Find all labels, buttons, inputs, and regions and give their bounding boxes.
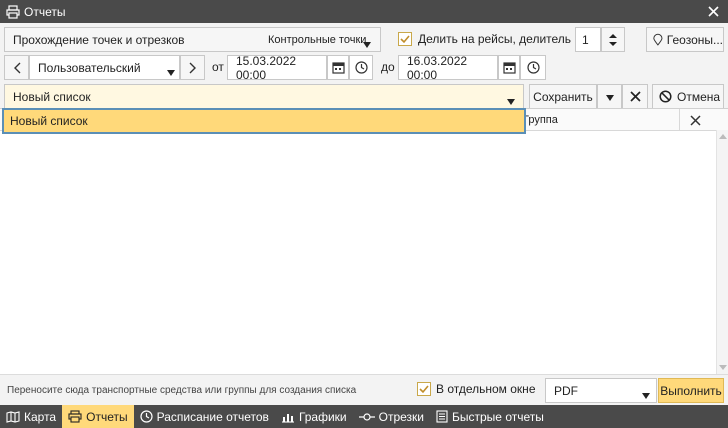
window-title: Отчеты [24,4,66,19]
chevron-right-icon [189,62,196,73]
grid-scrollbar[interactable] [716,130,728,374]
tab-label: Быстрые отчеты [452,409,544,424]
to-calendar-button[interactable] [498,55,520,80]
calendar-icon [502,62,516,74]
close-icon [629,91,641,102]
to-time-button[interactable] [520,55,546,80]
clock-icon [526,61,540,74]
printer-icon [68,410,82,423]
clock-icon [354,61,368,74]
segment-icon [358,412,375,422]
document-icon [436,410,448,423]
execute-label: Выполнить [660,383,722,398]
chevron-left-icon [13,62,20,73]
format-select[interactable]: PDF [545,378,657,403]
from-calendar-button[interactable] [327,55,349,80]
execute-button[interactable]: Выполнить [658,378,724,403]
unit-list-value: Новый список [13,89,91,104]
interval-type-value: Пользовательский [38,60,141,75]
divider-input[interactable]: 1 [575,27,601,52]
map-pin-icon [653,33,663,46]
tab-charts[interactable]: Графики [275,405,353,428]
from-date-input[interactable]: 15.03.2022 00:00 [227,53,327,82]
save-list-button[interactable]: Сохранить [529,84,597,109]
format-value: PDF [554,383,578,398]
drop-hint: Переносите сюда транспортные средства ил… [7,385,357,396]
group-column-header: Группа [523,114,558,126]
report-template-value: Прохождение точек и отрезков [13,32,185,47]
geozones-label: Геозоны... [666,32,723,47]
close-icon[interactable] [706,4,720,18]
save-list-label: Сохранить [533,89,593,104]
map-icon [6,410,20,423]
chevron-down-icon [605,90,614,104]
unit-list-option-label: Новый список [10,114,88,128]
printer-icon [6,4,20,19]
tab-quick-reports[interactable]: Быстрые отчеты [430,405,550,428]
check-icon [419,385,429,394]
chevron-down-icon [167,65,175,79]
tab-label: Отрезки [378,409,425,424]
window-titlebar: Отчеты [0,0,728,23]
tab-label: Отчеты [86,409,128,424]
unit-list-dropdown-option[interactable]: Новый список [2,108,526,134]
report-subtype-value: Контрольные точки [268,33,367,46]
check-icon [400,35,410,44]
tab-reports[interactable]: Отчеты [62,405,134,428]
unit-list-select[interactable]: Новый список [4,84,524,109]
tab-label: Расписание отчетов [156,409,269,424]
chevron-down-icon [642,388,650,402]
clock-icon [139,410,153,423]
chevron-down-icon [363,37,371,51]
cancel-icon [659,90,672,103]
divider-value: 1 [582,32,589,47]
interval-type-select[interactable]: Пользовательский [29,55,180,80]
split-trips-checkbox-wrap[interactable]: Делить на рейсы, делитель № [398,32,587,46]
scroll-up-icon[interactable] [719,133,727,139]
stepper-arrows-icon [609,33,617,46]
separate-window-checkbox-wrap[interactable]: В отдельном окне [417,382,536,396]
geozones-button[interactable]: Геозоны... [646,27,724,52]
from-date-value: 15.03.2022 00:00 [236,53,297,82]
calendar-icon [331,62,345,74]
to-date-value: 16.03.2022 00:00 [407,53,468,82]
separate-window-checkbox[interactable] [417,382,431,396]
clear-grid-button[interactable] [679,109,710,131]
report-template-select[interactable]: Прохождение точек и отрезков Контрольные… [4,27,381,52]
chart-icon [281,411,295,423]
scroll-down-icon[interactable] [719,365,727,371]
divider-stepper[interactable] [601,27,625,52]
save-options-button[interactable] [597,84,622,109]
to-date-input[interactable]: 16.03.2022 00:00 [398,53,498,82]
unit-list-grid: Группа [0,108,728,374]
to-label: до [381,60,395,74]
tab-map[interactable]: Карта [0,405,62,428]
tab-report-schedule[interactable]: Расписание отчетов [134,405,275,428]
split-trips-checkbox[interactable] [398,32,412,46]
split-trips-label: Делить на рейсы, делитель № [418,32,588,46]
bottom-tabs: Карта Отчеты Расписание отчетов Графики … [0,405,728,428]
from-time-button[interactable] [349,55,373,80]
cancel-label: Отмена [677,89,721,104]
chevron-down-icon [507,94,515,108]
separate-window-label: В отдельном окне [436,382,536,396]
next-interval-button[interactable] [180,55,205,80]
bottom-bar: Переносите сюда транспортные средства ил… [0,374,728,405]
from-label: от [212,60,224,74]
delete-list-button[interactable] [622,84,648,109]
close-icon [689,114,701,126]
tab-label: Карта [24,409,57,424]
tab-segments[interactable]: Отрезки [353,405,430,428]
cancel-button[interactable]: Отмена [652,84,724,109]
tab-label: Графики [298,409,347,424]
prev-interval-button[interactable] [4,55,29,80]
